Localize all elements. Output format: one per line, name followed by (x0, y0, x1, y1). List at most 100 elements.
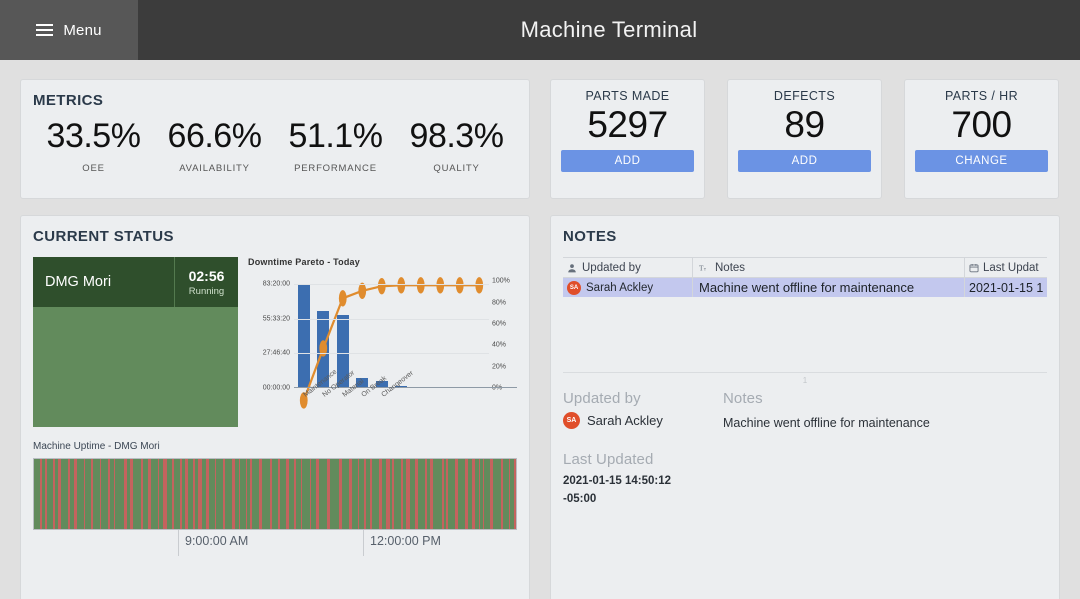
pareto-secondary-tick: 0% (492, 384, 503, 392)
uptime-axis-label: 12:00:00 PM (370, 534, 441, 548)
cell-date-text: 2021-01-15 1 (969, 280, 1044, 295)
note-detail-panel: Updated by SA Sarah Ackley Last Updated … (563, 390, 1047, 509)
machine-status-fill (33, 307, 238, 427)
metric-label: PERFORMANCE (294, 162, 377, 174)
pareto-y-tick: 00:00:00 (262, 384, 290, 392)
pareto-cumulative-line (299, 277, 484, 409)
uptime-axis: 9:00:00 AM 12:00:00 PM (33, 530, 517, 556)
pareto-plot-area: 00:00:00 27:46:40 55:33:20 83:20:00 0% 20% 40… (248, 276, 517, 409)
metric-oee: 33.5% OEE (33, 117, 154, 173)
table-row[interactable]: SA Sarah Ackley Machine went offline for… (563, 278, 1047, 297)
kpi-label: PARTS MADE (585, 89, 670, 103)
svg-text:т: т (704, 267, 707, 272)
uptime-timeline[interactable] (33, 458, 517, 530)
person-icon (567, 263, 577, 273)
kpi-value: 89 (784, 104, 825, 145)
pareto-x-cell (411, 390, 431, 434)
kpi-value: 5297 (587, 104, 668, 145)
dashboard-content: METRICS 33.5% OEE 66.6% AVAILABILITY 51.… (0, 60, 1080, 599)
pareto-x-cell: No Operator (314, 370, 357, 434)
uptime-running-band (447, 459, 455, 529)
pareto-secondary-tick: 40% (492, 341, 507, 349)
metric-label: QUALITY (433, 162, 480, 174)
metric-value: 98.3% (409, 117, 504, 155)
machine-state-label: Running (188, 285, 225, 297)
uptime-running-band (150, 459, 158, 529)
status-body: DMG Mori 02:56 Running Downtime Pareto -… (33, 257, 517, 427)
column-header-last-updated[interactable]: Last Updat (965, 258, 1047, 277)
machine-name: DMG Mori (45, 274, 112, 290)
column-header-notes[interactable]: Tт Notes (693, 258, 965, 277)
pareto-y-tick: 27:46:40 (262, 349, 290, 357)
kpi-label: PARTS / HR (945, 89, 1018, 103)
machine-tile-dmg-mori[interactable]: DMG Mori 02:56 Running (33, 257, 238, 427)
page-indicator: 1 (802, 376, 808, 385)
pareto-gridline (294, 318, 489, 320)
uptime-running-band (224, 459, 233, 529)
detail-last-updated-label: Last Updated (563, 451, 654, 468)
pareto-secondary-tick: 80% (492, 299, 507, 307)
column-header-updated-by[interactable]: Updated by (563, 258, 693, 277)
avatar: SA (567, 280, 581, 295)
machine-state-block: 02:56 Running (174, 257, 238, 307)
cell-note-text: Machine went offline for maintenance (699, 280, 915, 295)
pareto-gridline (294, 284, 489, 286)
add-parts-button[interactable]: ADD (561, 149, 694, 172)
title-container: Machine Terminal (138, 0, 1080, 60)
pareto-x-cell (450, 390, 470, 434)
kpi-label: DEFECTS (773, 89, 836, 103)
pareto-secondary-tick: 60% (492, 320, 507, 328)
column-header-label: Last Updat (983, 261, 1039, 274)
uptime-running-band (341, 459, 350, 529)
pareto-secondary-axis: 0% 20% 40% 60% 80% 100% (489, 276, 517, 392)
avatar: SA (563, 412, 580, 429)
pareto-x-cell (470, 390, 490, 434)
detail-right-column: Notes Machine went offline for maintenan… (723, 390, 1047, 509)
metric-value: 66.6% (167, 117, 262, 155)
notes-table: Updated by Tт Notes Last Updat SA Sarah … (563, 257, 1047, 297)
detail-last-updated-block: Last Updated 2021-01-15 14:50:12 -05:00 (563, 451, 723, 509)
top-app-bar: Menu Machine Terminal (0, 0, 1080, 60)
current-status-card: CURRENT STATUS DMG Mori 02:56 Running Do… (20, 215, 530, 599)
pareto-x-cell (392, 390, 412, 434)
menu-button[interactable]: Menu (0, 0, 138, 60)
cell-last-updated: 2021-01-15 1 (965, 278, 1047, 297)
machine-elapsed-time: 02:56 (188, 267, 225, 284)
column-header-label: Notes (715, 261, 746, 274)
detail-notes-label: Notes (723, 390, 763, 407)
detail-timestamp-line2: -05:00 (563, 492, 597, 505)
uptime-running-band (77, 459, 85, 529)
cell-user-name: Sarah Ackley (586, 281, 654, 294)
add-defects-button[interactable]: ADD (738, 149, 871, 172)
svg-text:T: T (699, 263, 704, 272)
metrics-row: 33.5% OEE 66.6% AVAILABILITY 51.1% PERFO… (33, 117, 517, 174)
pareto-y-tick: 83:20:00 (262, 280, 290, 288)
pareto-secondary-tick: 100% (492, 277, 510, 285)
kpi-card-defects: DEFECTS 89 ADD (727, 79, 882, 199)
page-title: Machine Terminal (520, 17, 698, 42)
metric-performance: 51.1% PERFORMANCE (275, 118, 396, 174)
uptime-running-band (92, 459, 100, 529)
pareto-x-cell: Changeover (372, 370, 414, 434)
metric-value: 33.5% (46, 117, 141, 155)
change-rate-button[interactable]: CHANGE (915, 149, 1048, 172)
notes-table-header: Updated by Tт Notes Last Updat (563, 258, 1047, 278)
detail-updated-by-label: Updated by (563, 390, 641, 407)
kpi-card-parts-made: PARTS MADE 5297 ADD (550, 79, 705, 199)
menu-button-label: Menu (63, 21, 102, 39)
uptime-running-band (372, 459, 380, 529)
detail-notes-value: Machine went offline for maintenance (723, 416, 930, 430)
metrics-title: METRICS (33, 92, 104, 109)
notes-card: NOTES Updated by Tт Notes Last Updat SA … (550, 215, 1060, 599)
metric-availability: 66.6% AVAILABILITY (154, 117, 275, 173)
uptime-running-band (493, 459, 502, 529)
pareto-x-labels: Maintenance No Operator Material On Break Ch… (294, 369, 490, 434)
calendar-icon (969, 263, 979, 273)
uptime-running-band (318, 459, 327, 529)
machine-terminal-app: Menu Machine Terminal METRICS 33.5% OEE … (0, 0, 1080, 599)
uptime-running-band (252, 459, 259, 529)
pareto-chart-title: Downtime Pareto - Today (248, 257, 360, 267)
uptime-running-band (330, 459, 339, 529)
uptime-axis-label: 9:00:00 AM (185, 534, 249, 548)
pareto-gridline (294, 353, 489, 355)
